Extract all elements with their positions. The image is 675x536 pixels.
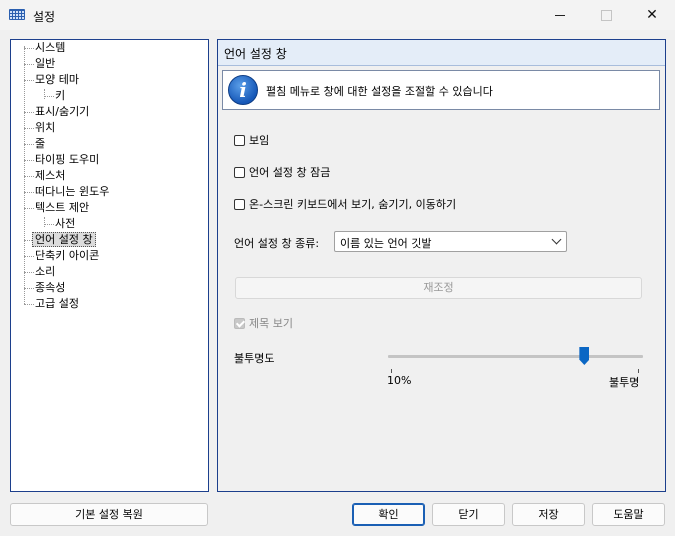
settings-tree[interactable]: 시스템 일반 모양 테마 키 표시/숨기기 위치 줄 타이핑 도우미 제스처 떠…: [10, 39, 209, 492]
slider-tick: [391, 369, 392, 373]
save-button[interactable]: 저장: [512, 503, 585, 526]
tree-item-label: 고급 설정: [35, 297, 79, 310]
tree-item-advanced[interactable]: 고급 설정: [24, 296, 79, 311]
tree-item-label: 소리: [35, 265, 56, 278]
checkbox-box[interactable]: [234, 198, 245, 210]
chevron-down-icon: [551, 234, 562, 245]
restore-defaults-button[interactable]: 기본 설정 복원: [10, 503, 208, 526]
info-text: 펼침 메뉴로 창에 대한 설정을 조절할 수 있습니다: [266, 85, 493, 98]
tree-item-keys[interactable]: 키: [44, 88, 65, 103]
tree-item-dictionary[interactable]: 사전: [44, 216, 75, 231]
tree-item-label: 텍스트 제안: [35, 201, 90, 214]
tree-item-gestures[interactable]: 제스처: [24, 168, 65, 183]
language-bar-type-select[interactable]: 이름 있는 언어 깃발: [334, 231, 567, 252]
close-button[interactable]: 닫기: [432, 503, 505, 526]
select-value: 이름 있는 언어 깃발: [340, 237, 432, 250]
maximize-button[interactable]: [583, 0, 629, 30]
help-button[interactable]: 도움말: [592, 503, 665, 526]
lock-language-bar-checkbox[interactable]: 언어 설정 창 잠금: [234, 165, 330, 179]
title-bar: 설정 ✕: [0, 0, 675, 30]
info-box: i 펼침 메뉴로 창에 대한 설정을 조절할 수 있습니다: [222, 70, 660, 110]
visible-checkbox[interactable]: 보임: [234, 133, 269, 147]
minimize-button[interactable]: [537, 0, 583, 30]
tree-item-label: 표시/숨기기: [35, 105, 90, 118]
tree-item-label: 종속성: [35, 281, 66, 294]
slider-tick: [638, 369, 639, 373]
checkbox-label: 보임: [249, 134, 270, 147]
opacity-max-label: 불투명: [609, 376, 640, 389]
tree-item-label: 줄: [35, 137, 46, 150]
opacity-label: 불투명도: [234, 352, 275, 365]
reset-button[interactable]: 재조정: [235, 277, 642, 299]
opacity-slider-track[interactable]: [388, 355, 643, 358]
checkbox-box[interactable]: [234, 134, 245, 146]
tree-item-shortcut-icon[interactable]: 단축키 아이콘: [24, 248, 99, 263]
tree-item-label: 모양 테마: [35, 73, 79, 86]
checkbox-label: 언어 설정 창 잠금: [249, 166, 331, 179]
tree-item-label: 시스템: [35, 41, 66, 54]
tree-item-sound[interactable]: 소리: [24, 264, 55, 279]
tree-item-label: 단축키 아이콘: [35, 249, 100, 262]
window-title: 설정: [33, 10, 56, 24]
show-title-checkbox[interactable]: 제목 보기: [234, 316, 293, 330]
settings-panel: 언어 설정 창 i 펼침 메뉴로 창에 대한 설정을 조절할 수 있습니다 보임…: [217, 39, 666, 492]
tree-item-theme[interactable]: 모양 테마: [24, 72, 79, 87]
tree-item-show-hide[interactable]: 표시/숨기기: [24, 104, 89, 119]
checkbox-label: 온-스크린 키보드에서 보기, 숨기기, 이동하기: [249, 198, 457, 211]
minimize-icon: [555, 14, 565, 16]
tree-item-label: 일반: [35, 57, 56, 70]
tree-item-label: 위치: [35, 121, 56, 134]
osk-show-hide-move-checkbox[interactable]: 온-스크린 키보드에서 보기, 숨기기, 이동하기: [234, 197, 456, 211]
tree-item-label: 타이핑 도우미: [35, 153, 100, 166]
checkbox-label: 제목 보기: [249, 317, 293, 330]
checkbox-box[interactable]: [234, 166, 245, 178]
tree-item-text-suggestions[interactable]: 텍스트 제안: [24, 200, 89, 215]
tree-item-dependencies[interactable]: 종속성: [24, 280, 65, 295]
maximize-icon: [600, 9, 612, 21]
checkbox-box[interactable]: [234, 317, 245, 329]
tree-item-lines[interactable]: 줄: [24, 136, 45, 151]
tree-item-label: 제스처: [35, 169, 66, 182]
tree-item-typing-assist[interactable]: 타이핑 도우미: [24, 152, 99, 167]
tree-item-label: 키: [55, 89, 66, 102]
keyboard-icon: [9, 9, 25, 20]
close-icon: ✕: [646, 7, 658, 23]
ok-button[interactable]: 확인: [352, 503, 425, 526]
tree-item-label: 떠다니는 윈도우: [35, 185, 110, 198]
tree-item-general[interactable]: 일반: [24, 56, 55, 71]
panel-title: 언어 설정 창: [224, 47, 287, 61]
close-window-button[interactable]: ✕: [629, 0, 675, 30]
tree-item-position[interactable]: 위치: [24, 120, 55, 135]
language-bar-type-label: 언어 설정 창 종류:: [234, 237, 320, 250]
tree-item-floating-window[interactable]: 떠다니는 윈도우: [24, 184, 109, 199]
opacity-slider-thumb[interactable]: [579, 347, 590, 365]
tree-item-language-bar[interactable]: 언어 설정 창: [24, 232, 96, 247]
panel-header: 언어 설정 창: [218, 40, 665, 66]
opacity-min-label: 10%: [387, 374, 412, 387]
info-icon: i: [228, 75, 258, 105]
tree-item-label: 언어 설정 창: [32, 232, 96, 247]
tree-item-label: 사전: [55, 217, 76, 230]
tree-item-system[interactable]: 시스템: [24, 40, 65, 55]
